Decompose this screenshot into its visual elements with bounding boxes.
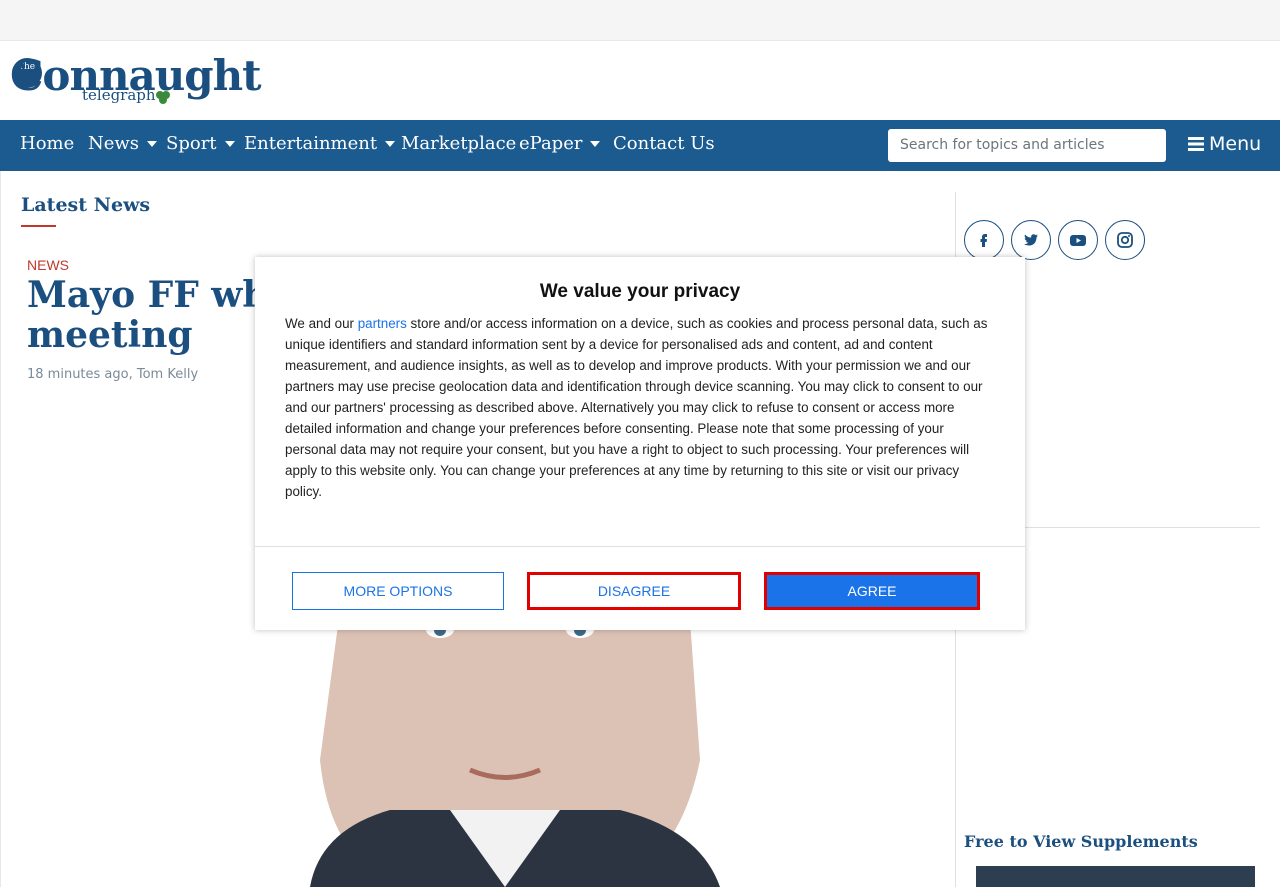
twitter-glyph xyxy=(1024,234,1038,246)
shamrock-icon xyxy=(156,91,170,104)
site-logo[interactable]: The Connaught telegraph xyxy=(10,52,262,108)
search-input[interactable]: Search for topics and articles xyxy=(888,129,1166,162)
consent-body: We and our partners store and/or access … xyxy=(285,313,997,502)
content-border xyxy=(0,171,1,887)
nav-label: Entertainment xyxy=(244,133,378,154)
nav-item-home[interactable]: Home xyxy=(20,133,74,154)
partners-link[interactable]: partners xyxy=(358,316,407,331)
section-title-underline xyxy=(21,225,56,227)
more-options-button[interactable]: MORE OPTIONS xyxy=(292,572,504,610)
supplements-title: Free to View Supplements xyxy=(964,832,1198,851)
disagree-button[interactable]: DISAGREE xyxy=(527,572,741,610)
youtube-glyph xyxy=(1070,235,1086,246)
caret-down-icon xyxy=(147,141,158,147)
consent-divider xyxy=(255,546,1025,547)
facebook-icon[interactable] xyxy=(964,220,1004,260)
article-age: 18 minutes ago xyxy=(27,367,129,382)
facebook-glyph xyxy=(980,234,987,247)
consent-text-rest: store and/or access information on a dev… xyxy=(285,316,988,499)
logo-sub-text: telegraph xyxy=(82,86,156,104)
nav-item-sport[interactable]: Sport xyxy=(166,133,235,154)
nav-item-epaper[interactable]: ePaper xyxy=(519,133,601,154)
instagram-glyph xyxy=(1117,232,1133,248)
nav-item-entertainment[interactable]: Entertainment xyxy=(244,133,396,154)
caret-down-icon xyxy=(385,141,396,147)
nav-item-marketplace[interactable]: Marketplace xyxy=(401,133,516,154)
consent-title: We value your privacy xyxy=(539,281,741,302)
nav-label: News xyxy=(88,133,140,154)
supplement-thumbnail[interactable] xyxy=(976,866,1255,887)
nav-item-contact[interactable]: Contact Us xyxy=(613,133,715,154)
privacy-consent-dialog: We value your privacy We and our partner… xyxy=(255,257,1025,630)
article-author[interactable]: Tom Kelly xyxy=(137,367,198,382)
nav-label: Contact Us xyxy=(613,133,715,154)
agree-button[interactable]: AGREE xyxy=(764,572,980,610)
hamburger-icon xyxy=(1188,137,1204,151)
article-byline: 18 minutes ago, Tom Kelly xyxy=(27,367,199,382)
consent-text-start: We and our xyxy=(285,316,358,331)
nav-item-news[interactable]: News xyxy=(88,133,158,154)
youtube-icon[interactable] xyxy=(1058,220,1098,260)
section-title: Latest News xyxy=(21,194,151,216)
menu-label: Menu xyxy=(1209,133,1262,155)
twitter-icon[interactable] xyxy=(1011,220,1051,260)
caret-down-icon xyxy=(224,141,235,147)
top-ad-bar xyxy=(0,0,1280,41)
nav-label: Home xyxy=(20,133,75,154)
nav-label: Sport xyxy=(166,133,217,154)
article-category[interactable]: NEWS xyxy=(27,257,69,273)
nav-label: Marketplace xyxy=(401,133,517,154)
caret-down-icon xyxy=(590,141,601,147)
menu-button[interactable]: Menu xyxy=(1188,133,1261,155)
instagram-icon[interactable] xyxy=(1105,220,1145,260)
nav-label: ePaper xyxy=(519,133,583,154)
